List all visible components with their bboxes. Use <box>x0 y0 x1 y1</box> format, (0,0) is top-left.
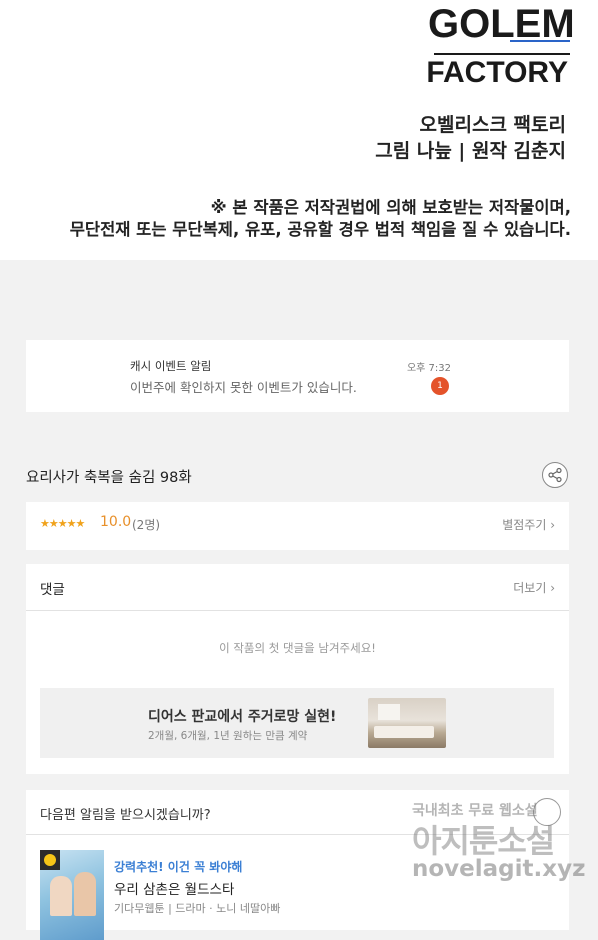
logo-text-factory: FACTORY <box>426 56 568 89</box>
recommended-title[interactable]: 우리 삼촌은 월드스타 <box>114 878 234 898</box>
comments-more-link[interactable]: 더보기 › <box>513 579 555 596</box>
rate-button[interactable]: 별점주기 › <box>502 516 555 533</box>
share-button[interactable] <box>542 462 568 488</box>
comments-header: 댓글 더보기 › <box>26 564 569 611</box>
header-banner: GOLEM FACTORY 오벨리스크 팩토리 그림 나늪 | 원작 김춘지 ※… <box>0 0 598 260</box>
logo-text-golem: GOLEM <box>428 2 575 46</box>
share-icon <box>548 467 562 483</box>
golem-factory-logo: GOLEM FACTORY <box>426 4 574 90</box>
comments-panel: 댓글 더보기 › 이 작품의 첫 댓글을 남겨주세요! 디어스 판교에서 주거로… <box>26 564 569 774</box>
alert-toggle-button[interactable] <box>533 798 561 826</box>
rating-stars: ★★★★★ <box>40 517 85 530</box>
alert-header: 다음편 알림을 받으시겠습니까? <box>26 790 569 835</box>
rating-score: 10.0 <box>100 514 132 530</box>
studio-credit: 오벨리스크 팩토리 <box>419 114 566 136</box>
comments-title: 댓글 <box>40 582 65 598</box>
ad-subtitle: 2개월, 6개월, 1년 원하는 만큼 계약 <box>148 730 308 742</box>
ad-banner[interactable]: 디어스 판교에서 주거로망 실현! 2개월, 6개월, 1년 원하는 만큼 계약 <box>40 688 554 758</box>
notification-time: 오후 7:32 <box>406 363 451 374</box>
rating-vote-count: (2명) <box>132 518 161 532</box>
recommended-meta: 기다무웹툰 | 드라마 · 노니 네딸아빠 <box>114 902 281 915</box>
rating-panel: ★★★★★ 10.0 (2명) 별점주기 › <box>26 502 569 550</box>
notification-title: 캐시 이벤트 알림 <box>130 359 212 373</box>
comments-empty-message: 이 작품의 첫 댓글을 남겨주세요! <box>219 641 376 655</box>
next-episode-alert-panel: 다음편 알림을 받으시겠습니까? 강력추천! 이건 꼭 봐야해 우리 삼촌은 월… <box>26 790 569 940</box>
copyright-notice-line2: 무단전재 또는 무단복제, 유포, 공유할 경우 법적 책임을 질 수 있습니다… <box>69 220 571 239</box>
author-credit: 그림 나늪 | 원작 김춘지 <box>375 140 566 162</box>
copyright-notice-line1: ※ 본 작품은 저작권법에 의해 보호받는 저작물이며, <box>210 198 571 217</box>
episode-title: 요리사가 축복을 숨김 98화 <box>26 470 192 486</box>
ad-title: 디어스 판교에서 주거로망 실현! <box>148 709 337 725</box>
logo-accent-line <box>510 40 570 50</box>
notification-count-badge: 1 <box>431 377 449 395</box>
recommended-webtoon-thumbnail[interactable] <box>40 850 104 940</box>
wait-free-clock-icon <box>40 850 60 870</box>
logo-rule <box>434 53 570 55</box>
recommend-tag: 강력추천! 이건 꼭 봐야해 <box>114 860 243 874</box>
ad-bedroom-image <box>368 698 446 748</box>
cash-event-notification[interactable]: 캐시 이벤트 알림 이번주에 확인하지 못한 이벤트가 있습니다. 오후 7:3… <box>26 340 569 412</box>
notification-message: 이번주에 확인하지 못한 이벤트가 있습니다. <box>130 380 357 395</box>
alert-question: 다음편 알림을 받으시겠습니까? <box>40 808 211 823</box>
